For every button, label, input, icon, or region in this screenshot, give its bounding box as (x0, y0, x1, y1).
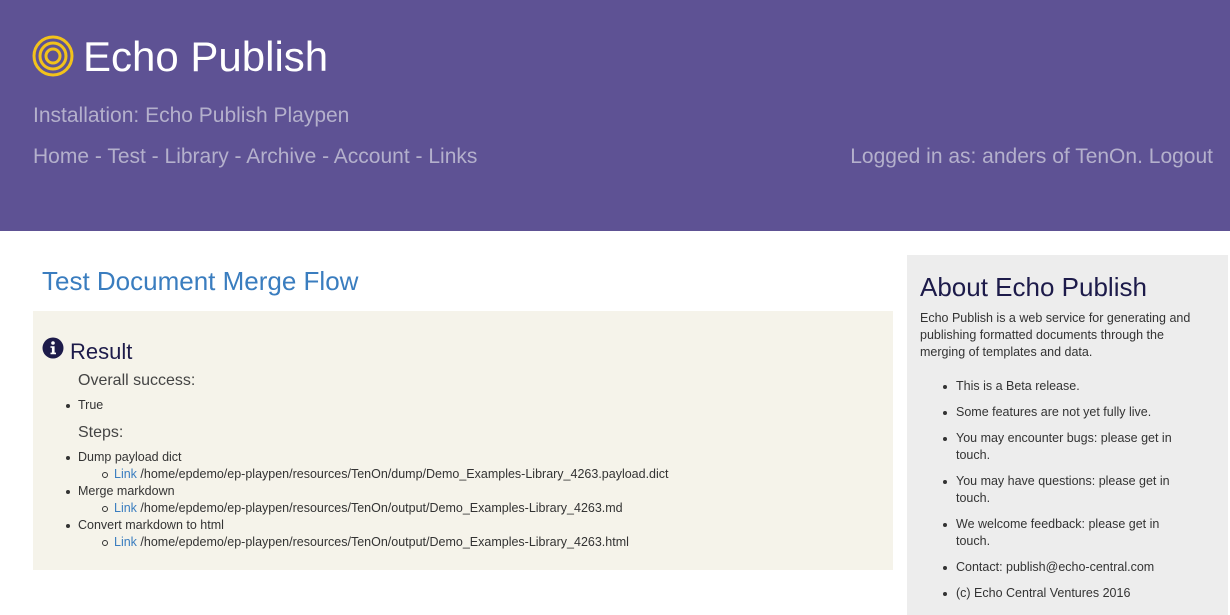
nav-separator: - (228, 145, 247, 168)
step-output: Link /home/epdemo/ep-playpen/resources/T… (102, 466, 669, 483)
nav-test[interactable]: Test (107, 145, 146, 168)
sidebar-item: We welcome feedback: please get in touch… (943, 516, 1196, 550)
steps-list: Dump payload dict Link /home/epdemo/ep-p… (66, 449, 669, 551)
logout-link[interactable]: Logout (1149, 145, 1213, 168)
step-name: Convert markdown to html (78, 518, 224, 532)
sidebar-title: About Echo Publish (920, 272, 1147, 302)
installation-label: Installation: Echo Publish Playpen (33, 104, 350, 127)
overall-success-value: True (65, 398, 104, 412)
sidebar-item: You may encounter bugs: please get in to… (943, 430, 1196, 464)
sidebar-item: Some features are not yet fully live. (943, 404, 1196, 421)
step-path: /home/epdemo/ep-playpen/resources/TenOn/… (140, 501, 623, 515)
login-user-label: Logged in as: anders of TenOn. (850, 145, 1143, 168)
step-output: Link /home/epdemo/ep-playpen/resources/T… (102, 534, 669, 551)
concentric-rings-icon[interactable] (32, 35, 74, 77)
step-item: Dump payload dict Link /home/epdemo/ep-p… (66, 449, 669, 483)
page-title: Test Document Merge Flow (42, 266, 359, 296)
step-item: Convert markdown to html Link /home/epde… (66, 517, 669, 551)
step-output-list: Link /home/epdemo/ep-playpen/resources/T… (78, 466, 669, 483)
login-status: Logged in as: anders of TenOn. Logout (850, 143, 1213, 171)
sidebar-description: Echo Publish is a web service for genera… (920, 311, 1191, 359)
sidebar-list: This is a Beta release. Some features ar… (943, 378, 1196, 611)
nav-links[interactable]: Links (428, 145, 477, 168)
step-link[interactable]: Link (114, 501, 137, 515)
nav-home[interactable]: Home (33, 145, 89, 168)
nav-separator: - (409, 145, 429, 168)
nav-separator: - (145, 145, 165, 168)
sidebar-item: You may have questions: please get in to… (943, 473, 1196, 507)
overall-success-list: True (65, 397, 104, 414)
step-link[interactable]: Link (114, 467, 137, 481)
main-nav: Home - Test - Library - Archive - Accoun… (33, 143, 477, 171)
step-path: /home/epdemo/ep-playpen/resources/TenOn/… (140, 467, 669, 481)
step-item: Merge markdown Link /home/epdemo/ep-play… (66, 483, 669, 517)
overall-success-label: Overall success: (78, 372, 196, 389)
step-output: Link /home/epdemo/ep-playpen/resources/T… (102, 500, 669, 517)
sidebar-item: Contact: publish@echo-central.com (943, 559, 1196, 576)
step-name: Dump payload dict (78, 450, 182, 464)
nav-account[interactable]: Account (334, 145, 410, 168)
info-circle-icon (42, 337, 64, 359)
sidebar-item: (c) Echo Central Ventures 2016 (943, 585, 1196, 602)
result-panel: Result Overall success: True Steps: Dump… (33, 311, 893, 570)
nav-archive[interactable]: Archive (246, 145, 316, 168)
about-sidebar: About Echo Publish Echo Publish is a web… (907, 255, 1228, 615)
step-output-list: Link /home/epdemo/ep-playpen/resources/T… (78, 500, 669, 517)
step-path: /home/epdemo/ep-playpen/resources/TenOn/… (140, 535, 629, 549)
step-output-list: Link /home/epdemo/ep-playpen/resources/T… (78, 534, 669, 551)
step-name: Merge markdown (78, 484, 175, 498)
nav-separator: - (316, 145, 334, 168)
nav-separator: - (89, 145, 108, 168)
site-header: Echo Publish Installation: Echo Publish … (0, 0, 1230, 231)
sidebar-item: This is a Beta release. (943, 378, 1196, 395)
step-link[interactable]: Link (114, 535, 137, 549)
result-heading: Result (70, 339, 133, 364)
steps-label: Steps: (78, 424, 124, 441)
nav-library[interactable]: Library (165, 145, 229, 168)
brand-title[interactable]: Echo Publish (83, 32, 328, 82)
